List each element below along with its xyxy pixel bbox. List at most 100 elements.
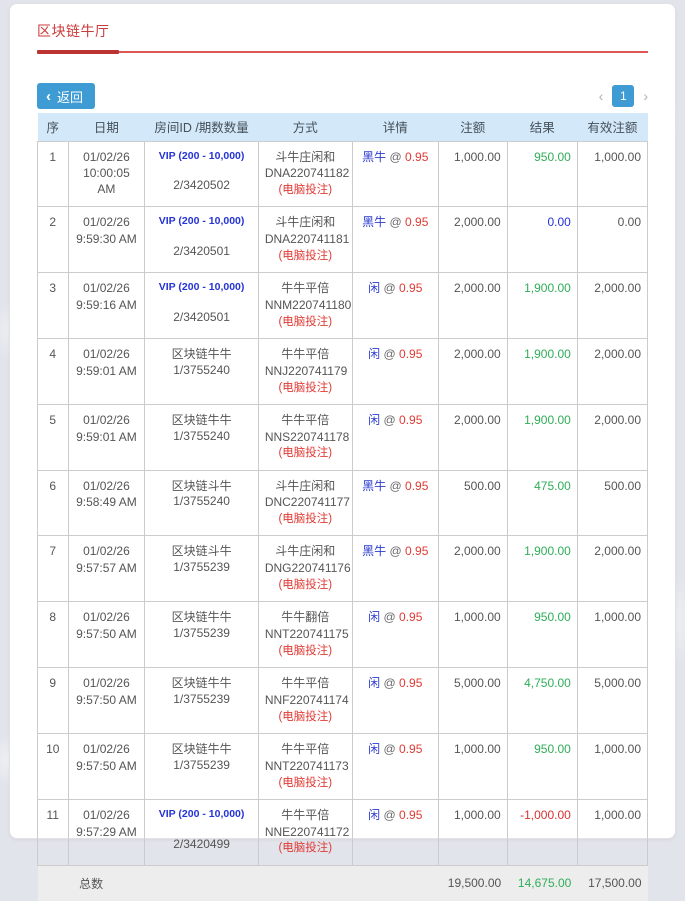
pagination-prev-icon[interactable]: ‹ [599,89,604,103]
date-cell: 01/02/26 9:57:50 AM [67,732,146,800]
pick-value: 黑牛 [362,215,387,230]
detail-cell: 闲 @ 0.95 [351,798,439,866]
room-name: 区块链牛牛 [171,610,232,625]
valid-amount-cell: 2,000.00 [576,535,649,603]
time-value: 9:57:29 AM [76,824,137,839]
room-name: VIP (200 - 10,000) [158,807,245,820]
bet-note: (电脑投注) [278,184,333,197]
pick-value: 黑牛 [362,149,387,164]
table-row: 4 01/02/26 9:59:01 AM 区块链牛牛 1/3755240 牛牛… [37,337,649,405]
game-code: DNA220741181 [264,232,350,247]
time-value: 9:59:01 AM [76,429,137,444]
date-value: 01/02/26 [83,149,130,164]
amount-cell: 2,000.00 [437,272,508,339]
pick-value: 闲 [368,741,381,756]
odds-value: 0.95 [399,281,423,296]
table-row: 7 01/02/26 9:57:57 AM 区块链斗牛 1/3755239 斗牛… [37,535,649,603]
date-cell: 01/02/26 9:59:16 AM [67,272,146,339]
total-spacer [144,864,439,901]
table-row: 3 01/02/26 9:59:16 AM VIP (200 - 10,000)… [37,272,649,339]
at-sign: @ [389,544,402,559]
seq-cell: 4 [37,337,69,405]
valid-amount-cell: 2,000.00 [576,337,649,405]
date-value: 01/02/26 [83,741,130,756]
pick-value: 闲 [368,676,381,691]
underline-thick-segment [37,50,119,54]
at-sign: @ [389,215,402,230]
date-cell: 01/02/26 9:59:01 AM [67,337,146,405]
total-result: 14,675.00 [507,864,578,901]
date-value: 01/02/26 [83,281,130,296]
room-name: 区块链斗牛 [171,478,232,493]
time-value: 9:57:50 AM [76,692,137,707]
result-value: 1,900.00 [506,535,578,603]
game-name: 牛牛平倍 [281,741,330,756]
table-row: 5 01/02/26 9:59:01 AM 区块链牛牛 1/3755240 牛牛… [37,403,649,471]
date-cell: 01/02/26 9:57:50 AM [67,601,146,669]
header-seq: 序 [37,113,68,141]
room-name: 区块链牛牛 [171,676,232,691]
room-period: 1/3755240 [173,494,230,509]
method-cell: 牛牛平倍 NNJ220741179 (电脑投注) [257,337,353,405]
amount-cell: 500.00 [437,469,508,537]
pick-value: 闲 [368,346,381,361]
detail-cell: 闲 @ 0.95 [351,337,439,405]
bet-note: (电脑投注) [278,315,333,328]
date-cell: 01/02/26 9:59:01 AM [67,403,146,471]
result-value: 950.00 [506,601,578,669]
date-cell: 01/02/26 10:00:05 AM [67,140,146,208]
room-period: 2/3420499 [173,836,230,851]
room-name: VIP (200 - 10,000) [158,149,245,162]
seq-cell: 9 [37,667,69,734]
game-code: NNF220741174 [264,692,349,707]
result-value: -1,000.00 [506,798,578,866]
room-period: 1/3755239 [173,757,230,772]
result-value: 950.00 [506,140,578,208]
detail-cell: 闲 @ 0.95 [351,272,439,339]
total-row: 总数 19,500.00 14,675.00 17,500.00 [37,864,648,901]
header-method: 方式 [258,113,353,141]
method-cell: 牛牛平倍 NNF220741174 (电脑投注) [257,667,353,734]
method-cell: 牛牛平倍 NNS220741178 (电脑投注) [257,403,353,471]
at-sign: @ [389,149,402,164]
result-value: 0.00 [506,206,578,274]
detail-cell: 黑牛 @ 0.95 [351,535,439,603]
at-sign: @ [389,478,402,493]
back-button[interactable]: ‹ 返回 [37,83,96,109]
room-name: 区块链牛牛 [171,412,232,427]
date-value: 01/02/26 [83,412,130,427]
odds-value: 0.95 [399,412,423,427]
seq-cell: 7 [37,535,69,603]
game-name: 斗牛庄闲和 [275,478,336,493]
at-sign: @ [383,281,396,296]
method-cell: 牛牛平倍 NNT220741173 (电脑投注) [257,732,353,800]
amount-cell: 2,000.00 [437,337,508,405]
game-name: 牛牛平倍 [281,412,330,427]
header-valid: 有效注额 [577,113,648,141]
game-code: NNT220741175 [264,627,349,642]
seq-cell: 8 [37,601,69,669]
odds-value: 0.95 [405,478,429,493]
table-row: 9 01/02/26 9:57:50 AM 区块链牛牛 1/3755239 牛牛… [37,667,649,734]
game-code: NNJ220741179 [264,363,348,378]
header-detail: 详情 [352,113,439,141]
result-value: 475.00 [506,469,578,537]
bet-note: (电脑投注) [278,579,333,592]
result-value: 4,750.00 [506,667,578,734]
game-code: DNA220741182 [264,166,350,181]
pick-value: 闲 [368,281,381,296]
header-date: 日期 [68,113,145,141]
odds-value: 0.95 [399,610,423,625]
table-footer: 总数 19,500.00 14,675.00 17,500.00 [37,864,648,901]
pagination-page-1[interactable]: 1 [612,85,635,107]
table-row: 1 01/02/26 10:00:05 AM VIP (200 - 10,000… [37,140,649,208]
time-value: 9:58:49 AM [76,495,137,510]
pagination: ‹ 1 › [599,85,648,107]
pagination-next-icon[interactable]: › [643,89,648,103]
detail-cell: 黑牛 @ 0.95 [351,140,439,208]
table-row: 2 01/02/26 9:59:30 AM VIP (200 - 10,000)… [37,206,649,274]
result-value: 1,900.00 [506,403,578,471]
date-value: 01/02/26 [83,807,130,822]
pick-value: 闲 [368,412,381,427]
date-value: 01/02/26 [83,346,130,361]
